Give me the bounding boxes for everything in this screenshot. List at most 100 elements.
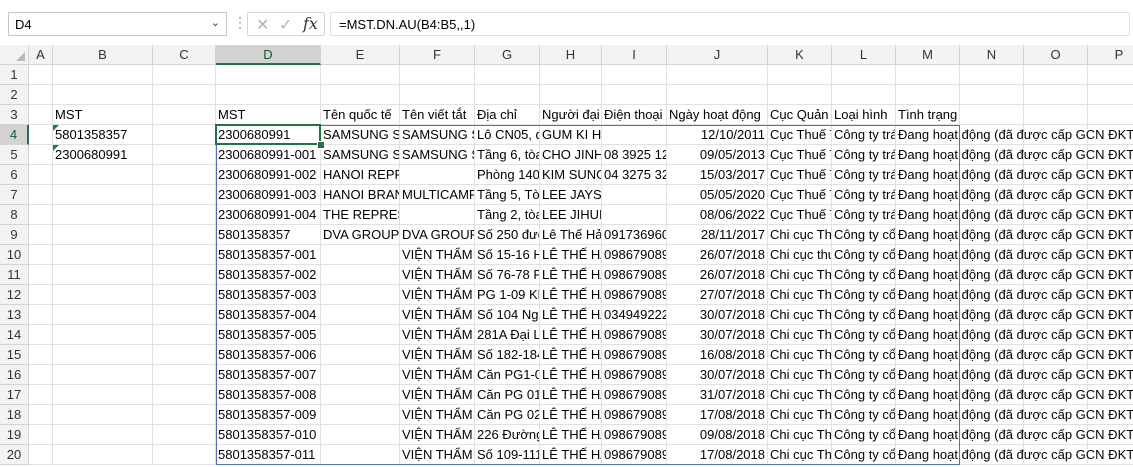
cell-m13[interactable]: Đang hoạt động (đã được cấp GCN ĐKT) [896, 305, 1133, 325]
cell-h3[interactable]: Người đại [540, 105, 602, 125]
cell-d8[interactable]: 2300680991-004 [216, 205, 321, 225]
cell-d16[interactable]: 5801358357-007 [216, 365, 321, 385]
column-header-n[interactable]: N [960, 45, 1024, 65]
cell-i14[interactable]: 0986790899 [602, 325, 667, 345]
cell-i10[interactable]: 0986790899 [602, 245, 667, 265]
cell-f13[interactable]: VIỆN THẨM MỸ [400, 305, 475, 325]
cell-g6[interactable]: Phòng 1402 [475, 165, 540, 185]
cell-g12[interactable]: PG 1-09 Khu [475, 285, 540, 305]
cell-d18[interactable]: 5801358357-009 [216, 405, 321, 425]
column-header-b[interactable]: B [53, 45, 153, 65]
cell-h15[interactable]: LÊ THẾ HẢI [540, 345, 602, 365]
cell-g20[interactable]: Số 109-111 [475, 445, 540, 465]
cell-d19[interactable]: 5801358357-010 [216, 425, 321, 445]
cell-i6[interactable]: 04 3275 32 [602, 165, 667, 185]
cell-i5[interactable]: 08 3925 12 [602, 145, 667, 165]
cell-e8[interactable]: THE REPRESENT [321, 205, 400, 225]
cell-g8[interactable]: Tầng 2, tòa [475, 205, 540, 225]
cell-m4[interactable]: Đang hoạt động (đã được cấp GCN ĐKT) [896, 125, 1133, 145]
cell-m7[interactable]: Đang hoạt động (đã được cấp GCN ĐKT) [896, 185, 1133, 205]
cell-j15[interactable]: 16/08/2018 [667, 345, 768, 365]
cell-f10[interactable]: VIỆN THẨM MỸ [400, 245, 475, 265]
row-header-6[interactable]: 6 [0, 165, 29, 185]
cell-k18[interactable]: Chi cục Thuế [768, 405, 832, 425]
cell-f7[interactable]: MULTICAMPUS [400, 185, 475, 205]
cell-k14[interactable]: Chi cục Thuế [768, 325, 832, 345]
cell-h14[interactable]: LÊ THẾ HẢI [540, 325, 602, 345]
cell-m3[interactable]: Tình trạng [896, 105, 960, 125]
cell-d11[interactable]: 5801358357-002 [216, 265, 321, 285]
row-header-7[interactable]: 7 [0, 185, 29, 205]
cell-l17[interactable]: Công ty cổ phần [832, 385, 896, 405]
cell-i13[interactable]: 0349492222 [602, 305, 667, 325]
column-header-j[interactable]: J [667, 45, 768, 65]
fill-handle[interactable] [317, 141, 325, 149]
row-header-18[interactable]: 18 [0, 405, 29, 425]
cell-l14[interactable]: Công ty cổ phần [832, 325, 896, 345]
cell-k20[interactable]: Chi cục Thuế [768, 445, 832, 465]
cancel-icon[interactable]: ✕ [256, 15, 269, 35]
more-options-icon[interactable]: ⋮ [233, 14, 247, 31]
cell-h18[interactable]: LÊ THẾ HẢI [540, 405, 602, 425]
cell-f9[interactable]: DVA GROUP [400, 225, 475, 245]
cell-i3[interactable]: Điện thoại [602, 105, 667, 125]
chevron-down-icon[interactable]: ⌄ [211, 16, 220, 29]
row-header-1[interactable]: 1 [0, 65, 29, 85]
row-header-10[interactable]: 10 [0, 245, 29, 265]
cell-l4[interactable]: Công ty trách [832, 125, 896, 145]
cell-m19[interactable]: Đang hoạt động (đã được cấp GCN ĐKT) [896, 425, 1133, 445]
cell-h13[interactable]: LÊ THẾ HẢI [540, 305, 602, 325]
cell-i9[interactable]: 0917369600 [602, 225, 667, 245]
cell-l13[interactable]: Công ty cổ phần [832, 305, 896, 325]
cell-j13[interactable]: 30/07/2018 [667, 305, 768, 325]
cell-m12[interactable]: Đang hoạt động (đã được cấp GCN ĐKT) [896, 285, 1133, 305]
cell-h16[interactable]: LÊ THẾ HẢI [540, 365, 602, 385]
cell-d20[interactable]: 5801358357-011 [216, 445, 321, 465]
select-all-button[interactable] [0, 45, 29, 65]
cell-k5[interactable]: Cục Thuế Tp [768, 145, 832, 165]
cell-l18[interactable]: Công ty cổ phần [832, 405, 896, 425]
cell-f12[interactable]: VIỆN THẨM MỸ [400, 285, 475, 305]
row-header-3[interactable]: 3 [0, 105, 29, 125]
cell-l7[interactable]: Công ty trách [832, 185, 896, 205]
cell-j9[interactable]: 28/11/2017 [667, 225, 768, 245]
cell-g11[interactable]: Số 76-78 Phố [475, 265, 540, 285]
cell-k12[interactable]: Chi cục Thuế [768, 285, 832, 305]
insert-function-icon[interactable]: fx [303, 14, 318, 33]
cell-j16[interactable]: 30/07/2018 [667, 365, 768, 385]
cell-d14[interactable]: 5801358357-005 [216, 325, 321, 345]
cell-f17[interactable]: VIỆN THẨM MỸ [400, 385, 475, 405]
cell-h11[interactable]: LÊ THẾ HẢI [540, 265, 602, 285]
cell-j10[interactable]: 26/07/2018 [667, 245, 768, 265]
row-header-12[interactable]: 12 [0, 285, 29, 305]
cell-k17[interactable]: Chi cục Thuế [768, 385, 832, 405]
cell-h5[interactable]: CHO JINHO [540, 145, 602, 165]
cell-l9[interactable]: Công ty cổ phần [832, 225, 896, 245]
cell-i12[interactable]: 0986790899 [602, 285, 667, 305]
cell-l3[interactable]: Loại hình [832, 105, 896, 125]
cell-j17[interactable]: 31/07/2018 [667, 385, 768, 405]
cell-d17[interactable]: 5801358357-008 [216, 385, 321, 405]
cell-g19[interactable]: 226 Đường [475, 425, 540, 445]
row-header-13[interactable]: 13 [0, 305, 29, 325]
cell-j14[interactable]: 30/07/2018 [667, 325, 768, 345]
cell-k16[interactable]: Chi cục Thuế [768, 365, 832, 385]
cell-l16[interactable]: Công ty cổ phần [832, 365, 896, 385]
cell-d10[interactable]: 5801358357-001 [216, 245, 321, 265]
row-header-5[interactable]: 5 [0, 145, 29, 165]
row-header-14[interactable]: 14 [0, 325, 29, 345]
worksheet-grid[interactable]: A B C D E F G H I J K L M N O P 1 2 3 4 5 6 7 8 9 10 11 12 13 14 15 16 1… [0, 45, 1133, 467]
cell-h9[interactable]: Lê Thế Hải [540, 225, 602, 245]
cell-f19[interactable]: VIỆN THẨM MỸ [400, 425, 475, 445]
cell-m11[interactable]: Đang hoạt động (đã được cấp GCN ĐKT) [896, 265, 1133, 285]
cell-g4[interactable]: Lô CN05, đường [475, 125, 540, 145]
cell-h6[interactable]: KIM SUNG [540, 165, 602, 185]
cell-j18[interactable]: 17/08/2018 [667, 405, 768, 425]
cell-m6[interactable]: Đang hoạt động (đã được cấp GCN ĐKT) [896, 165, 1133, 185]
column-header-l[interactable]: L [832, 45, 896, 65]
cell-k4[interactable]: Cục Thuế Tỉnh [768, 125, 832, 145]
cell-h7[interactable]: LEE JAYSEON [540, 185, 602, 205]
cell-h20[interactable]: LÊ THẾ HẢI [540, 445, 602, 465]
cell-k19[interactable]: Chi cục Thuế [768, 425, 832, 445]
cell-d6[interactable]: 2300680991-002 [216, 165, 321, 185]
